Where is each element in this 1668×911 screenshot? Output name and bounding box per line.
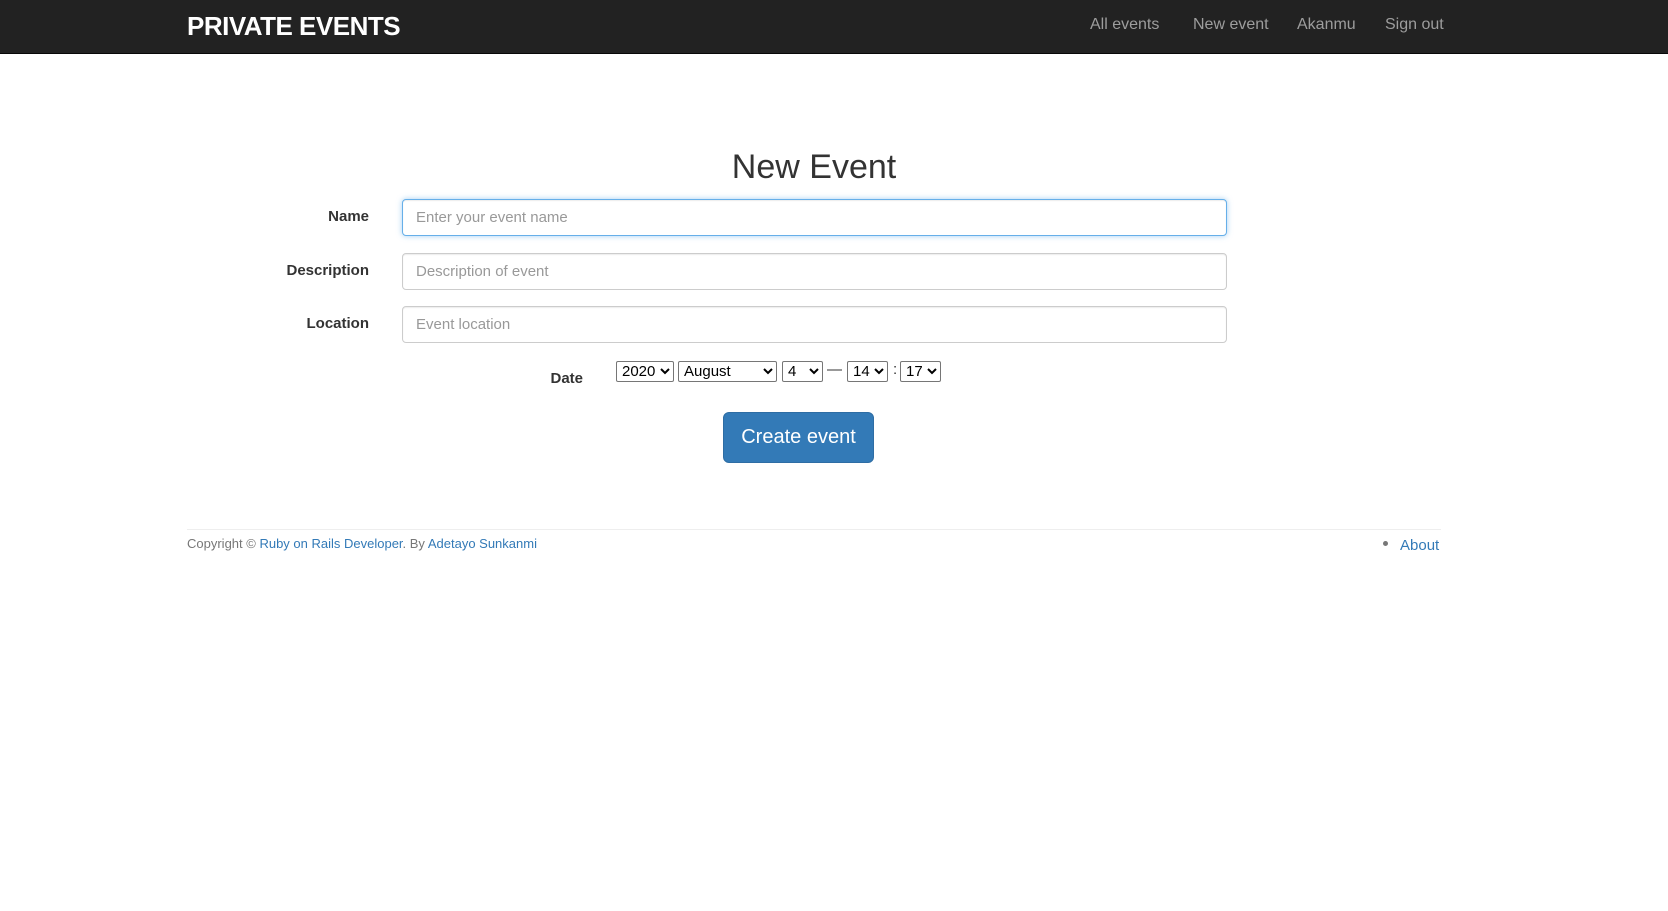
about-link[interactable]: About xyxy=(1400,537,1439,554)
date-hour-select[interactable]: 14 xyxy=(847,361,888,382)
date-time-separator: — xyxy=(827,361,842,378)
event-name-input[interactable] xyxy=(402,199,1227,236)
description-label: Description xyxy=(286,262,369,279)
developer-link[interactable]: Ruby on Rails Developer xyxy=(259,536,402,551)
author-link[interactable]: Adetayo Sunkanmi xyxy=(428,536,537,551)
date-minute-select[interactable]: 17 xyxy=(900,361,941,382)
copyright-prefix: Copyright © xyxy=(187,536,256,551)
event-description-input[interactable] xyxy=(402,253,1227,290)
nav-sign-out[interactable]: Sign out xyxy=(1385,16,1444,34)
nav-all-events[interactable]: All events xyxy=(1090,16,1159,34)
top-navbar: PRIVATE EVENTS All events New event Akan… xyxy=(0,0,1668,54)
location-label: Location xyxy=(306,315,370,332)
create-event-button[interactable]: Create event xyxy=(723,412,874,463)
about-bullet xyxy=(1383,541,1388,546)
page-title: New Event xyxy=(731,148,897,186)
footer-divider xyxy=(187,529,1441,530)
nav-user-akanmu[interactable]: Akanmu xyxy=(1297,16,1356,34)
date-month-select[interactable]: August xyxy=(678,361,777,382)
event-location-input[interactable] xyxy=(402,306,1227,343)
brand-logo[interactable]: PRIVATE EVENTS xyxy=(187,11,401,42)
name-label: Name xyxy=(328,208,369,225)
time-colon: : xyxy=(893,361,898,378)
by-text: . By xyxy=(402,536,425,551)
date-label: Date xyxy=(550,370,583,387)
date-year-select[interactable]: 2020 xyxy=(616,361,674,382)
nav-new-event[interactable]: New event xyxy=(1193,16,1269,34)
date-day-select[interactable]: 4 xyxy=(782,361,823,382)
footer-copyright: Copyright © Ruby on Rails Developer. By … xyxy=(187,536,537,551)
